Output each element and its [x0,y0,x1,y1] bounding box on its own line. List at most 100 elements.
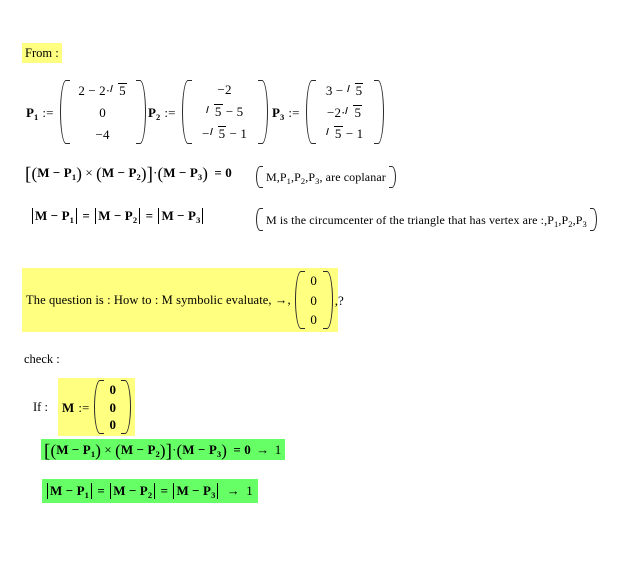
check-if-row[interactable]: If : M := 0 0 0 [33,378,136,436]
p2-component-2: −5 − 1 [202,126,247,142]
equals-sign-2: = [145,208,154,223]
question-text: The question is : How to : M symbolic ev… [26,292,291,307]
m-definition-highlight[interactable]: M := 0 0 0 [57,378,136,436]
equals-sign: = [214,165,222,180]
p1-assign: := [42,104,54,120]
definition-p2[interactable]: P2 := −2 5 − 5 −5 − 1 [148,80,268,144]
term-m-minus-p3: M − P3 [161,208,201,225]
abs-bar-close-3 [202,208,204,224]
result-value: 1 [246,483,253,498]
abs-bar-close-1 [75,208,77,224]
question-vector[interactable]: 0 0 0 [294,271,333,329]
term-m-minus-p1: M − P1 [50,483,89,500]
question-suffix: ,? [334,292,344,308]
question-block[interactable]: The question is : How to : M symbolic ev… [22,268,344,332]
annotation-paren-left [256,166,263,188]
annotation-circumcenter-text: M is the circumcenter of the triangle th… [266,212,587,229]
annotation-coplanar-text: M,P1,P2,P3, are coplanar [266,170,386,186]
equals-sign-1: = [97,483,105,498]
result-coplanar[interactable]: [(M − P1) × (M − P2)]·(M − P3) = 0 → 1 [41,439,286,461]
term-m-minus-p1: M − P1 [35,208,74,225]
term-m-minus-p2: M − P2 [101,165,141,182]
p2-name: P2 [148,104,161,122]
result-value: 1 [274,442,282,457]
definition-p3[interactable]: P3 := 3 − 5 −2· 5 5 − 1 [272,80,384,144]
question-vector-component-2: 0 [310,312,317,327]
abs-bar-close-2 [139,208,141,224]
annotation-coplanar: M,P1,P2,P3, are coplanar [256,166,396,188]
equation-coplanar[interactable]: [(M − P1) × (M − P2)]·(M − P3) = 0 [25,165,232,184]
m-vector-component-0: 0 [109,382,117,397]
abs-bar-close-3 [217,483,219,499]
abs-bar-open-1 [32,208,33,224]
question-vector-component-0: 0 [310,273,317,288]
p1-component-2: −4 [95,126,110,142]
vector-paren-right [135,80,146,144]
annotation-paren-right [388,166,396,188]
term-m-minus-p3: M − P3 [176,483,216,500]
p3-name: P3 [272,104,285,122]
p1-name: P1 [26,104,39,122]
equals-sign-1: = [82,208,90,223]
abs-bar-close-2 [154,483,156,499]
term-m-minus-p1: M − P1 [56,442,96,459]
p3-component-0: 3 − 5 [325,83,364,98]
check-label: check : [24,352,60,366]
m-vector[interactable]: 0 0 0 [94,380,132,434]
cross-operator: × [85,165,93,180]
m-vector-component-2: 0 [109,417,117,432]
abs-bar-open-3 [158,208,160,224]
abs-bar-open-2 [110,483,112,499]
p1-component-1: 0 [99,105,106,121]
rhs-zero: 0 [244,442,251,457]
term-m-minus-p1: M − P1 [37,165,77,182]
p3-assign: := [288,104,300,120]
vector-paren-right [322,271,333,329]
equals-sign-2: = [160,483,169,498]
dot-operator: · [153,165,158,180]
symbolic-arrow-icon: → [226,483,240,498]
p2-component-0: −2 [217,82,232,97]
term-m-minus-p3: M − P3 [163,165,203,182]
p2-vector[interactable]: −2 5 − 5 −5 − 1 [181,80,268,144]
question-vector-component-1: 0 [310,292,317,308]
abs-bar-open-3 [173,483,175,499]
annotation-paren-right [589,208,597,231]
p3-vector[interactable]: 3 − 5 −2· 5 5 − 1 [305,80,384,144]
equation-equidistant[interactable]: M − P1 = M − P2 = M − P3 [30,208,205,224]
m-name: M [61,399,75,415]
term-m-minus-p2: M − P2 [120,442,160,459]
abs-bar-open-2 [95,208,97,224]
p3-component-2: 5 − 1 [318,125,372,142]
annotation-circumcenter: M is the circumcenter of the triangle th… [256,208,597,231]
m-assign: := [78,399,90,415]
from-label: From : [25,46,59,60]
symbolic-arrow-icon: → [256,442,270,457]
vector-paren-left [294,271,305,329]
p2-assign: := [164,104,176,120]
cross-operator: × [104,442,112,457]
m-vector-component-1: 0 [109,399,117,415]
vector-paren-right [257,80,268,144]
vector-paren-left [94,380,105,434]
vector-paren-right [373,80,384,144]
term-m-minus-p2: M − P2 [113,483,153,500]
p2-component-1: 5 − 5 [194,103,256,120]
annotation-paren-left [256,208,263,231]
if-label: If : [33,399,48,414]
from-label-highlight: From : [22,43,62,63]
vector-paren-left [305,80,316,144]
p3-component-1: −2· 5 [327,104,363,120]
vector-paren-right [121,380,132,434]
definition-p1[interactable]: P1 := 2 − 2· 5 0 −4 [26,80,146,144]
rhs-zero: 0 [225,165,232,180]
abs-bar-open-1 [47,483,48,499]
vector-paren-left [181,80,192,144]
equals-sign: = [233,442,241,457]
abs-bar-close-1 [90,483,92,499]
result-equidistant[interactable]: M − P1 = M − P2 = M − P3 → 1 [42,479,258,503]
p1-vector[interactable]: 2 − 2· 5 0 −4 [59,80,146,144]
term-m-minus-p2: M − P2 [98,208,138,225]
p1-component-0: 2 − 2· 5 [78,83,127,98]
vector-paren-left [59,80,70,144]
